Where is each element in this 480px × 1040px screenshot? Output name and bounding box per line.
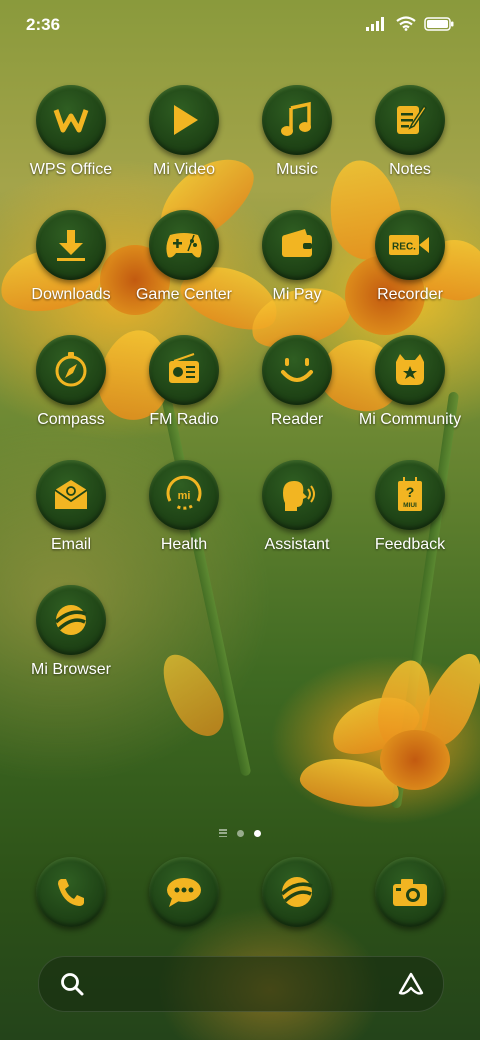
app-game-center[interactable]: Game Center	[124, 210, 244, 320]
camera-icon	[393, 879, 427, 906]
page-dot-1	[237, 829, 244, 837]
email-icon	[36, 460, 106, 530]
feedback-brand: MIUI	[403, 502, 417, 509]
game-center-icon	[149, 210, 219, 280]
downloads-icon	[36, 210, 106, 280]
mi-browser-icon	[36, 585, 106, 655]
app-label: Email	[50, 536, 91, 553]
app-fm-radio[interactable]: FM Radio	[124, 335, 244, 445]
mi-video-icon	[149, 85, 219, 155]
app-music[interactable]: Music	[237, 85, 357, 195]
reader-icon	[262, 335, 332, 405]
app-recorder[interactable]: REC. Recorder	[350, 210, 470, 320]
app-label: Reader	[270, 411, 324, 428]
app-feedback[interactable]: ? MIUI Feedback	[350, 460, 470, 570]
app-label: Game Center	[135, 286, 233, 303]
feedback-question: ?	[406, 484, 415, 500]
dock-messages[interactable]	[149, 857, 219, 927]
status-icons	[366, 16, 454, 31]
app-label: Recorder	[377, 286, 443, 303]
health-brand: mi	[178, 490, 191, 502]
app-drawer-indicator	[219, 829, 227, 837]
feedback-icon: ? MIUI	[375, 460, 445, 530]
fm-radio-icon	[149, 335, 219, 405]
app-assistant[interactable]: Assistant	[237, 460, 357, 570]
mi-community-icon	[375, 335, 445, 405]
wps-office-icon	[36, 85, 106, 155]
status-time: 2:36	[26, 15, 61, 34]
app-label: Health	[160, 536, 208, 553]
dock-browser[interactable]	[262, 857, 332, 927]
app-compass[interactable]: Compass	[11, 335, 131, 445]
compass-icon	[36, 335, 106, 405]
dock-phone[interactable]	[36, 857, 106, 927]
app-health[interactable]: mi Health	[124, 460, 244, 570]
app-label: Downloads	[31, 286, 111, 303]
app-wps-office[interactable]: WPS Office	[11, 85, 131, 195]
app-downloads[interactable]: Downloads	[11, 210, 131, 320]
app-label: Compass	[37, 411, 105, 428]
page-dot-2	[254, 829, 261, 837]
app-label: Notes	[389, 161, 431, 178]
recorder-icon: REC.	[375, 210, 445, 280]
app-label: Mi Pay	[272, 286, 322, 303]
app-notes[interactable]: Notes	[350, 85, 470, 195]
music-icon	[262, 85, 332, 155]
app-reader[interactable]: Reader	[237, 335, 357, 445]
app-mi-video[interactable]: Mi Video	[124, 85, 244, 195]
health-icon: mi	[149, 460, 219, 530]
phone-icon	[58, 879, 84, 906]
app-label: Music	[276, 161, 318, 178]
app-mi-browser[interactable]: Mi Browser	[11, 585, 131, 695]
app-mi-community[interactable]: Mi Community	[350, 335, 470, 445]
signal-icon	[366, 16, 384, 31]
search-icon	[61, 973, 84, 996]
rec-label: REC.	[392, 242, 416, 253]
messages-icon	[167, 878, 201, 907]
assistant-icon	[262, 460, 332, 530]
app-label: Mi Browser	[30, 661, 111, 678]
browser-icon	[280, 877, 313, 907]
status-bar: 2:36	[0, 0, 480, 50]
app-mi-pay[interactable]: Mi Pay	[237, 210, 357, 320]
mi-pay-icon	[262, 210, 332, 280]
wifi-icon	[396, 16, 416, 31]
app-label: FM Radio	[149, 411, 219, 428]
battery-icon	[424, 16, 454, 31]
app-label: Mi Video	[153, 161, 215, 178]
app-label: Assistant	[264, 536, 330, 553]
app-label: Mi Community	[358, 411, 462, 428]
dock-camera[interactable]	[375, 857, 445, 927]
notes-icon	[375, 85, 445, 155]
app-label: WPS Office	[29, 161, 113, 178]
app-label: Feedback	[374, 536, 446, 553]
search-bar[interactable]	[38, 956, 444, 1012]
page-indicator[interactable]	[0, 829, 480, 837]
app-email[interactable]: Email	[11, 460, 131, 570]
assistant-shortcut-icon[interactable]	[397, 971, 425, 997]
